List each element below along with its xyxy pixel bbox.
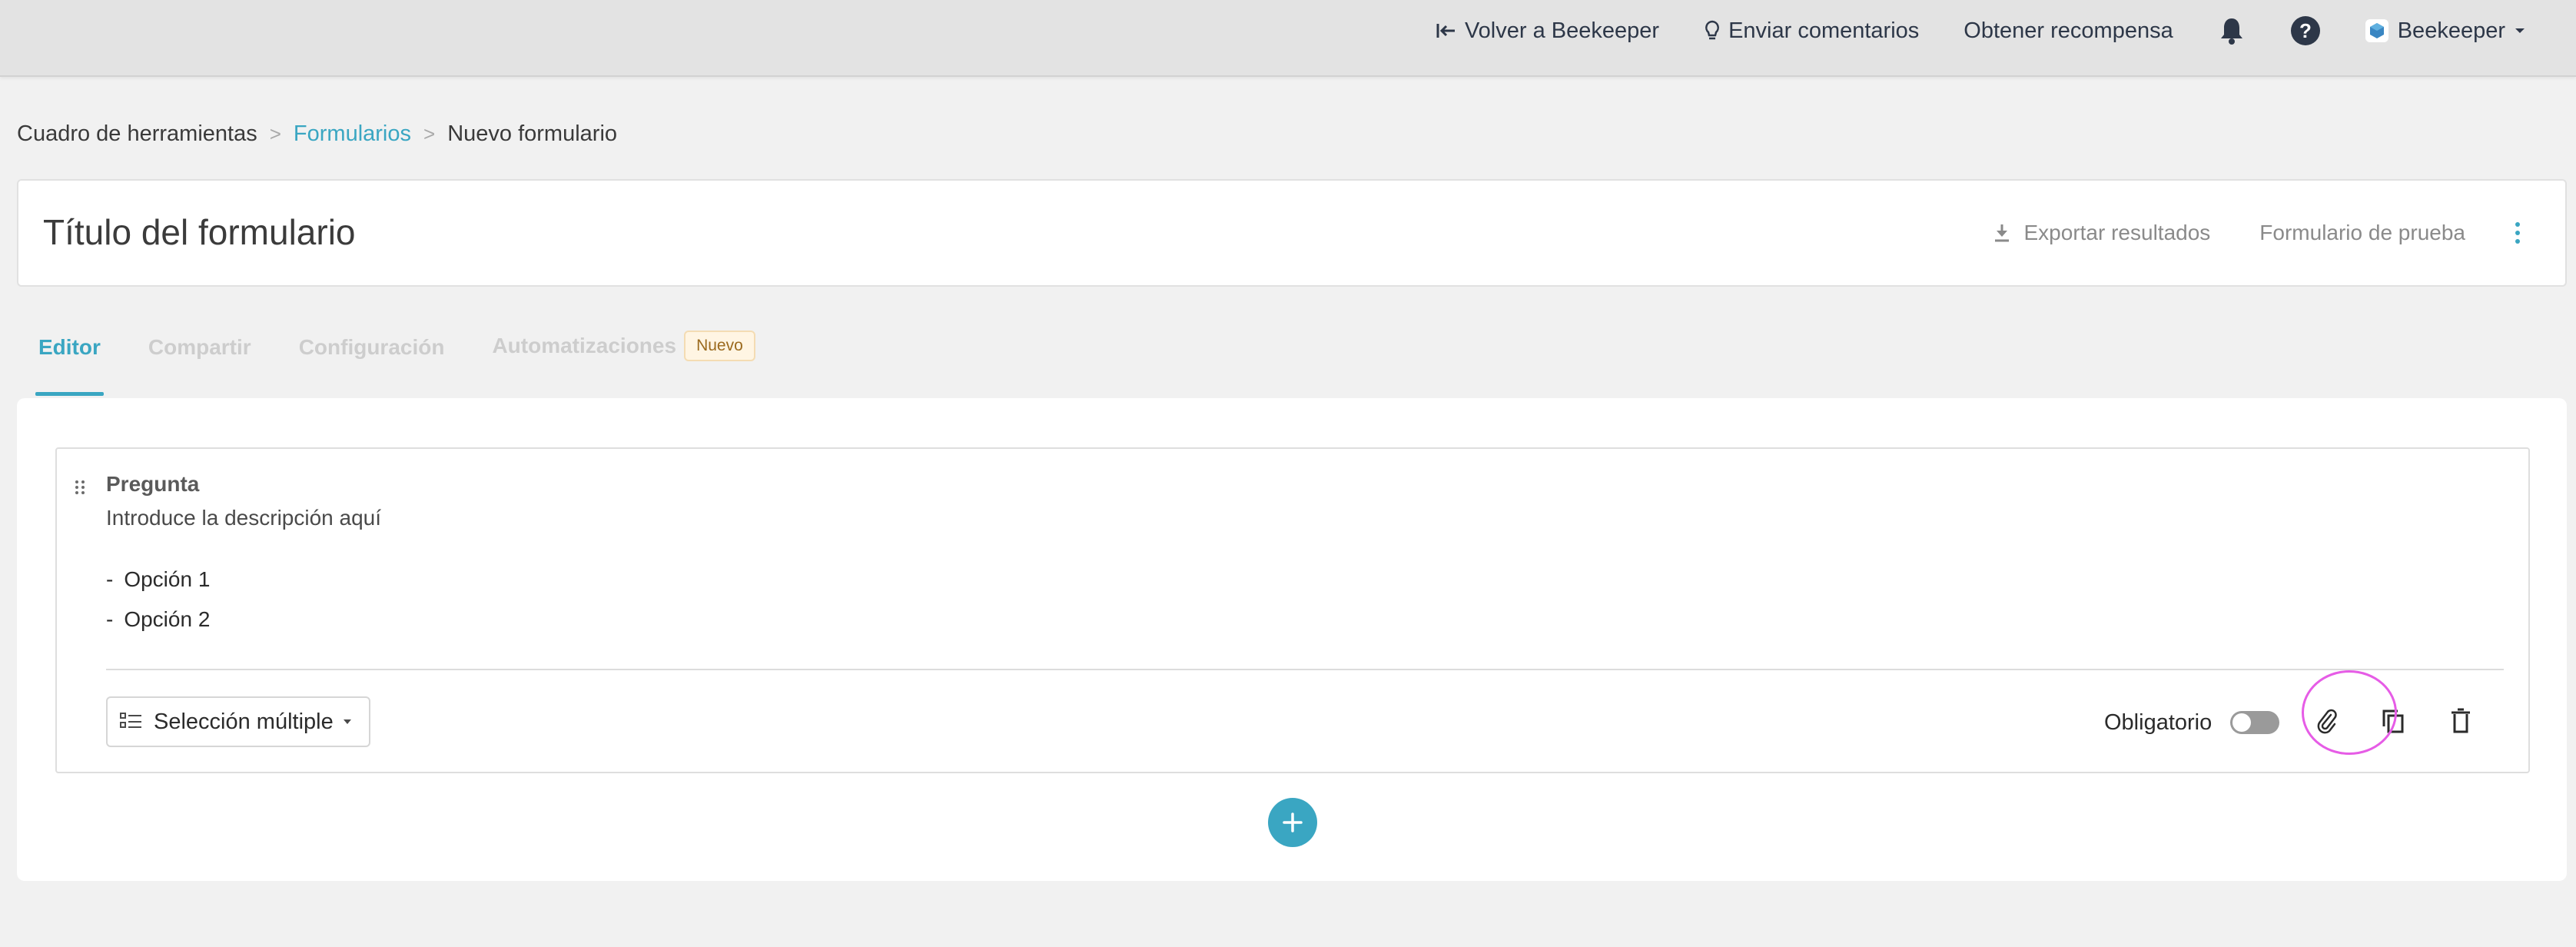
question-type-select[interactable]: Selección múltiple	[106, 696, 370, 747]
breadcrumb-separator: >	[423, 122, 436, 145]
tab-automations[interactable]: Automatizaciones Nuevo	[492, 331, 755, 397]
toggle-knob	[2232, 713, 2252, 732]
tab-settings[interactable]: Configuración	[299, 335, 445, 397]
add-question-button[interactable]	[1268, 798, 1317, 847]
beekeeper-logo-icon	[2365, 19, 2388, 42]
download-icon	[1994, 224, 2009, 242]
lightbulb-icon	[1705, 20, 1720, 40]
active-tab-indicator	[35, 392, 104, 396]
send-feedback-link[interactable]: Enviar comentarios	[1704, 18, 1919, 44]
get-reward-link[interactable]: Obtener recompensa	[1964, 18, 2173, 44]
user-menu[interactable]: Beekeeper	[2365, 18, 2525, 44]
breadcrumb: Cuadro de herramientas > Formularios > N…	[17, 121, 617, 147]
list-item[interactable]: - Opción 2	[106, 607, 210, 632]
question-description[interactable]: Introduce la descripción aquí	[106, 506, 381, 530]
required-control: Obligatorio	[2104, 699, 2280, 746]
trash-icon	[2452, 708, 2470, 733]
reward-label: Obtener recompensa	[1964, 18, 2173, 43]
question-card[interactable]: Pregunta Introduce la descripción aquí -…	[55, 447, 2530, 773]
attach-button[interactable]	[2309, 703, 2345, 739]
back-label: Volver a Beekeeper	[1464, 18, 1660, 43]
copy-icon	[2382, 709, 2404, 733]
chevron-down-icon	[2515, 28, 2525, 33]
svg-text:?: ?	[2299, 19, 2312, 42]
back-icon	[1436, 24, 1455, 38]
top-bar: Volver a Beekeeper Enviar comentarios Ob…	[0, 0, 2576, 77]
tab-share[interactable]: Compartir	[148, 335, 251, 397]
list-item[interactable]: - Opción 1	[106, 567, 210, 592]
breadcrumb-current: Nuevo formulario	[447, 121, 618, 146]
notifications-button[interactable]	[2218, 15, 2246, 46]
question-type-label: Selección múltiple	[154, 709, 334, 734]
delete-button[interactable]	[2442, 703, 2479, 739]
tab-automations-label: Automatizaciones	[492, 334, 677, 357]
form-tabs: Editor Compartir Configuración Automatiz…	[35, 331, 803, 397]
drag-handle-icon[interactable]	[74, 480, 86, 495]
export-results-button[interactable]: Exportar resultados	[1993, 221, 2211, 245]
option-label: Opción 2	[124, 607, 211, 631]
feedback-label: Enviar comentarios	[1728, 18, 1920, 43]
top-nav: Volver a Beekeeper Enviar comentarios Ob…	[1391, 0, 2525, 61]
user-label: Beekeeper	[2397, 18, 2505, 43]
help-icon: ?	[2290, 16, 2320, 45]
duplicate-button[interactable]	[2375, 703, 2412, 739]
list-icon	[120, 713, 141, 728]
plus-icon	[1283, 812, 1303, 832]
more-options-button[interactable]	[2515, 221, 2535, 244]
tab-editor[interactable]: Editor	[35, 335, 104, 397]
chevron-down-icon	[343, 719, 351, 724]
test-form-label: Formulario de prueba	[2259, 221, 2465, 244]
help-button[interactable]: ?	[2290, 15, 2321, 46]
bell-icon	[2220, 18, 2242, 45]
breadcrumb-forms[interactable]: Formularios	[294, 121, 411, 147]
tab-editor-label: Editor	[38, 335, 101, 359]
breadcrumb-toolbox[interactable]: Cuadro de herramientas	[17, 121, 257, 147]
title-actions: Exportar resultados Formulario de prueba	[1944, 181, 2535, 285]
required-label: Obligatorio	[2104, 709, 2213, 735]
form-title[interactable]: Título del formulario	[43, 211, 356, 253]
paperclip-icon	[2317, 709, 2337, 734]
option-label: Opción 1	[124, 567, 211, 591]
more-vertical-icon	[2515, 222, 2520, 244]
question-title[interactable]: Pregunta	[106, 472, 199, 497]
form-title-card: Título del formulario Exportar resultado…	[17, 179, 2567, 287]
required-toggle[interactable]	[2230, 711, 2280, 734]
new-badge: Nuevo	[684, 331, 755, 361]
back-to-beekeeper-link[interactable]: Volver a Beekeeper	[1436, 18, 1659, 44]
divider	[106, 669, 2504, 670]
test-form-button[interactable]: Formulario de prueba	[2259, 221, 2465, 245]
tab-settings-label: Configuración	[298, 335, 445, 359]
export-label: Exportar resultados	[2023, 221, 2211, 244]
breadcrumb-separator: >	[269, 122, 281, 145]
tab-share-label: Compartir	[148, 335, 251, 359]
